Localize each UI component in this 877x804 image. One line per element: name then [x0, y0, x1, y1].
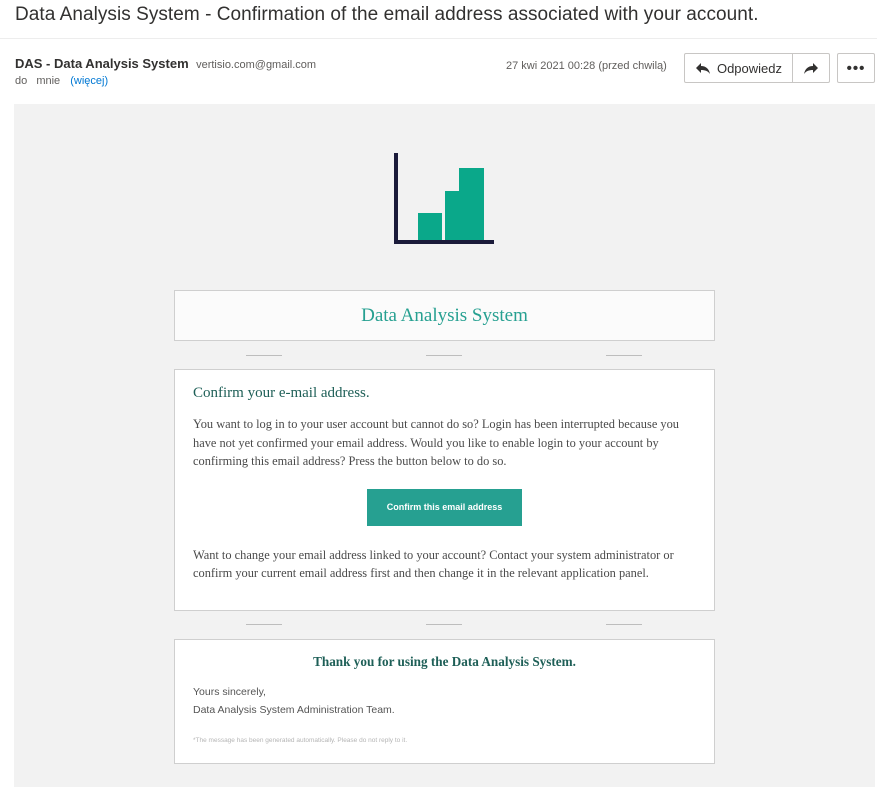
- confirm-email-box: Confirm your e-mail address. You want to…: [174, 369, 715, 611]
- divider-dash: [606, 355, 642, 356]
- forward-button[interactable]: [793, 54, 829, 82]
- header-divider: [0, 38, 877, 39]
- message-date: 27 kwi 2021 00:28 (przed chwilą): [506, 60, 667, 72]
- recipient-name: mnie: [36, 75, 61, 87]
- confirm-paragraph: You want to log in to your user account …: [193, 417, 679, 468]
- thanks-heading: Thank you for using the Data Analysis Sy…: [313, 654, 576, 669]
- confirm-email-button[interactable]: Confirm this email address: [367, 488, 522, 526]
- reply-icon: [695, 62, 710, 74]
- to-label: do: [15, 75, 28, 87]
- reply-label: Odpowiedz: [716, 60, 783, 76]
- divider-dash: [246, 355, 282, 356]
- divider-dash: [246, 624, 282, 625]
- auto-generated-note: *The message has been generated automati…: [193, 737, 408, 744]
- sender-name[interactable]: DAS - Data Analysis System: [15, 56, 189, 71]
- reply-button[interactable]: Odpowiedz: [685, 54, 793, 82]
- more-actions-button[interactable]: •••: [837, 53, 875, 83]
- closing-text: Yours sincerely,: [193, 686, 266, 698]
- sender-email[interactable]: vertisio.com@gmail.com: [196, 59, 316, 71]
- divider-dash: [426, 624, 462, 625]
- bar-chart-logo-icon: [394, 153, 494, 244]
- confirm-heading: Confirm your e-mail address.: [193, 385, 370, 401]
- thanks-box: Thank you for using the Data Analysis Sy…: [174, 639, 715, 764]
- more-recipients-link[interactable]: (więcej): [70, 75, 108, 87]
- brand-title-box: Data Analysis System: [174, 290, 715, 341]
- recipient-line: do mnie (więcej): [15, 75, 108, 87]
- brand-title: Data Analysis System: [361, 304, 528, 326]
- divider-dash: [606, 624, 642, 625]
- forward-icon: [804, 62, 818, 74]
- divider-dash: [426, 355, 462, 356]
- reply-button-group: Odpowiedz: [684, 53, 830, 83]
- email-subject: Data Analysis System - Confirmation of t…: [15, 4, 759, 25]
- email-body: Data Analysis System Confirm your e-mail…: [14, 104, 875, 787]
- signature-text: Data Analysis System Administration Team…: [193, 704, 395, 716]
- change-email-paragraph: Want to change your email address linked…: [193, 547, 674, 581]
- sender-line: DAS - Data Analysis System vertisio.com@…: [15, 55, 316, 73]
